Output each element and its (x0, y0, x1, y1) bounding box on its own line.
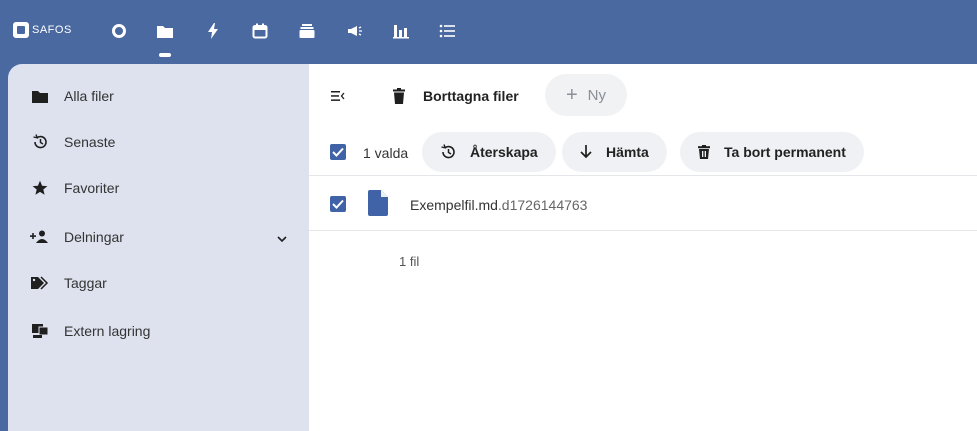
download-icon (580, 145, 592, 159)
circle-icon (112, 24, 126, 38)
sidebar-item-tags[interactable]: Taggar (8, 263, 309, 303)
file-count-summary: 1 fil (399, 254, 420, 269)
share-user-icon (30, 229, 50, 245)
sidebar-item-external-storage[interactable]: Extern lagring (8, 311, 309, 351)
plus-icon: + (565, 84, 578, 106)
download-label: Hämta (606, 144, 649, 160)
brand-name: SAFOS (32, 24, 72, 36)
tag-icon (30, 275, 50, 291)
external-storage-icon (30, 323, 50, 339)
app-header: SAFOS (0, 0, 977, 60)
select-all-checkbox[interactable] (330, 144, 346, 160)
document-icon (368, 190, 388, 221)
app-activity[interactable] (200, 19, 226, 43)
breadcrumb[interactable]: Borttagna filer (391, 78, 519, 114)
sidebar-item-label: Favoriter (64, 180, 120, 196)
sidebar-item-label: Taggar (64, 275, 107, 291)
active-app-indicator (159, 53, 171, 57)
restore-icon (440, 144, 456, 160)
list-icon (439, 24, 455, 38)
restore-button[interactable]: Återskapa (422, 132, 556, 172)
brand-logo[interactable]: SAFOS (13, 22, 72, 38)
main-content: Borttagna filer + Ny 1 valda Återskapa H… (309, 64, 977, 431)
checkmark-icon (332, 199, 344, 209)
download-button[interactable]: Hämta (562, 132, 667, 172)
sidebar-item-recent[interactable]: Senaste (8, 122, 309, 162)
sidebar-item-label: Delningar (64, 229, 124, 245)
file-deleted-suffix: .d1726144763 (497, 197, 588, 213)
app-dashboard[interactable] (106, 19, 132, 43)
checkmark-icon (332, 147, 344, 157)
app-calendar[interactable] (247, 19, 273, 43)
menu-collapse-icon (331, 91, 345, 101)
megaphone-icon (348, 26, 362, 36)
selection-toolbar: 1 valda Återskapa Hämta Ta bort permanen… (309, 128, 977, 176)
breadcrumb-label: Borttagna filer (423, 88, 519, 104)
files-sidebar: Alla filer Senaste Favoriter Delningar T… (8, 64, 309, 431)
lightning-icon (208, 23, 218, 39)
app-analytics[interactable] (388, 19, 414, 43)
row-checkbox[interactable] (330, 196, 346, 212)
trash-icon (391, 88, 407, 104)
app-files[interactable] (152, 19, 178, 43)
chevron-down-icon[interactable] (277, 230, 287, 246)
new-button[interactable]: + Ny (545, 74, 627, 116)
selection-count: 1 valda (363, 145, 409, 161)
sidebar-item-label: Senaste (64, 134, 116, 150)
sidebar-item-favorites[interactable]: Favoriter (8, 168, 309, 208)
sidebar-item-all-files[interactable]: Alla filer (8, 76, 309, 116)
app-announcements[interactable] (342, 19, 368, 43)
folder-icon (30, 88, 50, 104)
sidebar-item-label: Extern lagring (64, 323, 151, 339)
stack-icon (299, 24, 315, 38)
toggle-navigation-button[interactable] (328, 86, 348, 106)
new-button-label: Ny (587, 86, 607, 104)
file-name[interactable]: Exempelfil.md.d1726144763 (410, 197, 587, 213)
file-basename: Exempelfil.md (410, 197, 498, 213)
history-icon (30, 134, 50, 150)
delete-icon (698, 145, 710, 159)
calendar-icon (252, 23, 268, 39)
app-tasks[interactable] (434, 19, 460, 43)
restore-label: Återskapa (470, 144, 538, 160)
delete-permanently-label: Ta bort permanent (724, 144, 846, 160)
folder-icon (157, 26, 173, 38)
app-notes[interactable] (294, 19, 320, 43)
sidebar-item-label: Alla filer (64, 88, 114, 104)
logo-icon (13, 22, 29, 38)
star-icon (30, 180, 50, 196)
sidebar-item-shares[interactable]: Delningar (8, 217, 309, 257)
delete-permanently-button[interactable]: Ta bort permanent (680, 132, 864, 172)
bar-chart-icon (393, 25, 409, 39)
table-row[interactable]: Exempelfil.md.d1726144763 (309, 177, 977, 231)
